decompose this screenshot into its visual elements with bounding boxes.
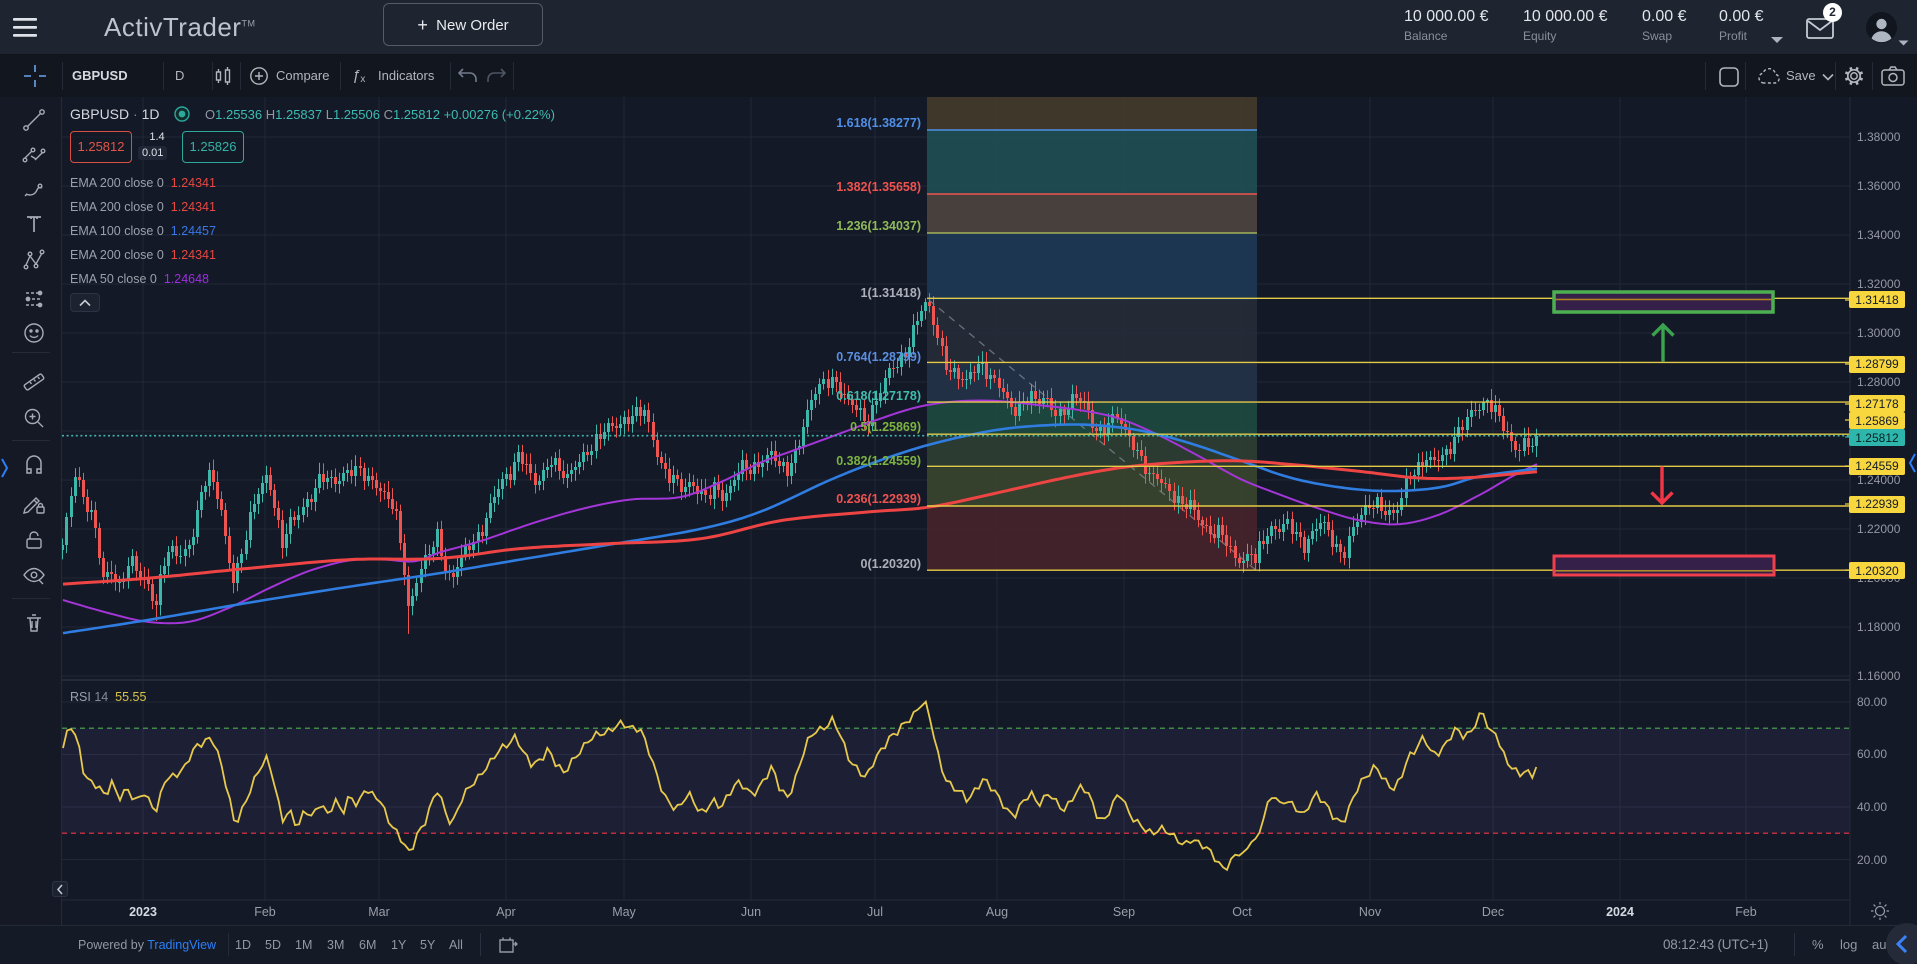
svg-text:Oct: Oct [1232,905,1252,919]
svg-text:1.25869: 1.25869 [1855,414,1899,428]
svg-text:1.18000: 1.18000 [1857,620,1901,634]
svg-text:0.382(1.24559): 0.382(1.24559) [836,454,921,468]
svg-text:0.764(1.28799): 0.764(1.28799) [836,350,921,364]
svg-text:May: May [612,905,636,919]
svg-text:Dec: Dec [1482,905,1504,919]
svg-text:1.16000: 1.16000 [1857,669,1901,683]
svg-text:1.34000: 1.34000 [1857,228,1901,242]
svg-text:0.5(1.25869): 0.5(1.25869) [850,420,921,434]
svg-text:1.28000: 1.28000 [1857,375,1901,389]
svg-text:1.236(1.34037): 1.236(1.34037) [836,219,921,233]
svg-text:80.00: 80.00 [1857,695,1887,709]
svg-text:1.28799: 1.28799 [1855,357,1899,371]
svg-text:20.00: 20.00 [1857,853,1887,867]
svg-text:Apr: Apr [496,905,515,919]
svg-text:1.22000: 1.22000 [1857,522,1901,536]
svg-text:Feb: Feb [254,905,276,919]
svg-text:Feb: Feb [1735,905,1757,919]
svg-text:Aug: Aug [986,905,1008,919]
svg-text:1.24000: 1.24000 [1857,473,1901,487]
svg-text:2023: 2023 [129,905,157,919]
svg-text:Mar: Mar [368,905,390,919]
svg-text:1.382(1.35658): 1.382(1.35658) [836,180,921,194]
svg-text:60.00: 60.00 [1857,747,1887,761]
svg-text:1.32000: 1.32000 [1857,277,1901,291]
svg-text:Nov: Nov [1359,905,1382,919]
svg-text:Sep: Sep [1113,905,1135,919]
svg-text:1.618(1.38277): 1.618(1.38277) [836,116,921,130]
svg-text:1.30000: 1.30000 [1857,326,1901,340]
svg-text:1.25812: 1.25812 [1855,431,1899,445]
svg-text:1(1.31418): 1(1.31418) [861,286,921,300]
svg-text:Jul: Jul [867,905,883,919]
svg-text:1.20320: 1.20320 [1855,564,1899,578]
svg-text:1.27178: 1.27178 [1855,397,1899,411]
svg-text:Jun: Jun [741,905,761,919]
svg-text:1.22939: 1.22939 [1855,497,1899,511]
svg-text:2024: 2024 [1606,905,1634,919]
svg-text:1.36000: 1.36000 [1857,179,1901,193]
svg-text:0.618(1.27178): 0.618(1.27178) [836,389,921,403]
svg-text:40.00: 40.00 [1857,800,1887,814]
svg-text:1.24559: 1.24559 [1855,459,1899,473]
svg-text:1.31418: 1.31418 [1855,293,1899,307]
svg-text:1.38000: 1.38000 [1857,130,1901,144]
svg-text:0(1.20320): 0(1.20320) [861,557,921,571]
svg-text:0.236(1.22939): 0.236(1.22939) [836,492,921,506]
